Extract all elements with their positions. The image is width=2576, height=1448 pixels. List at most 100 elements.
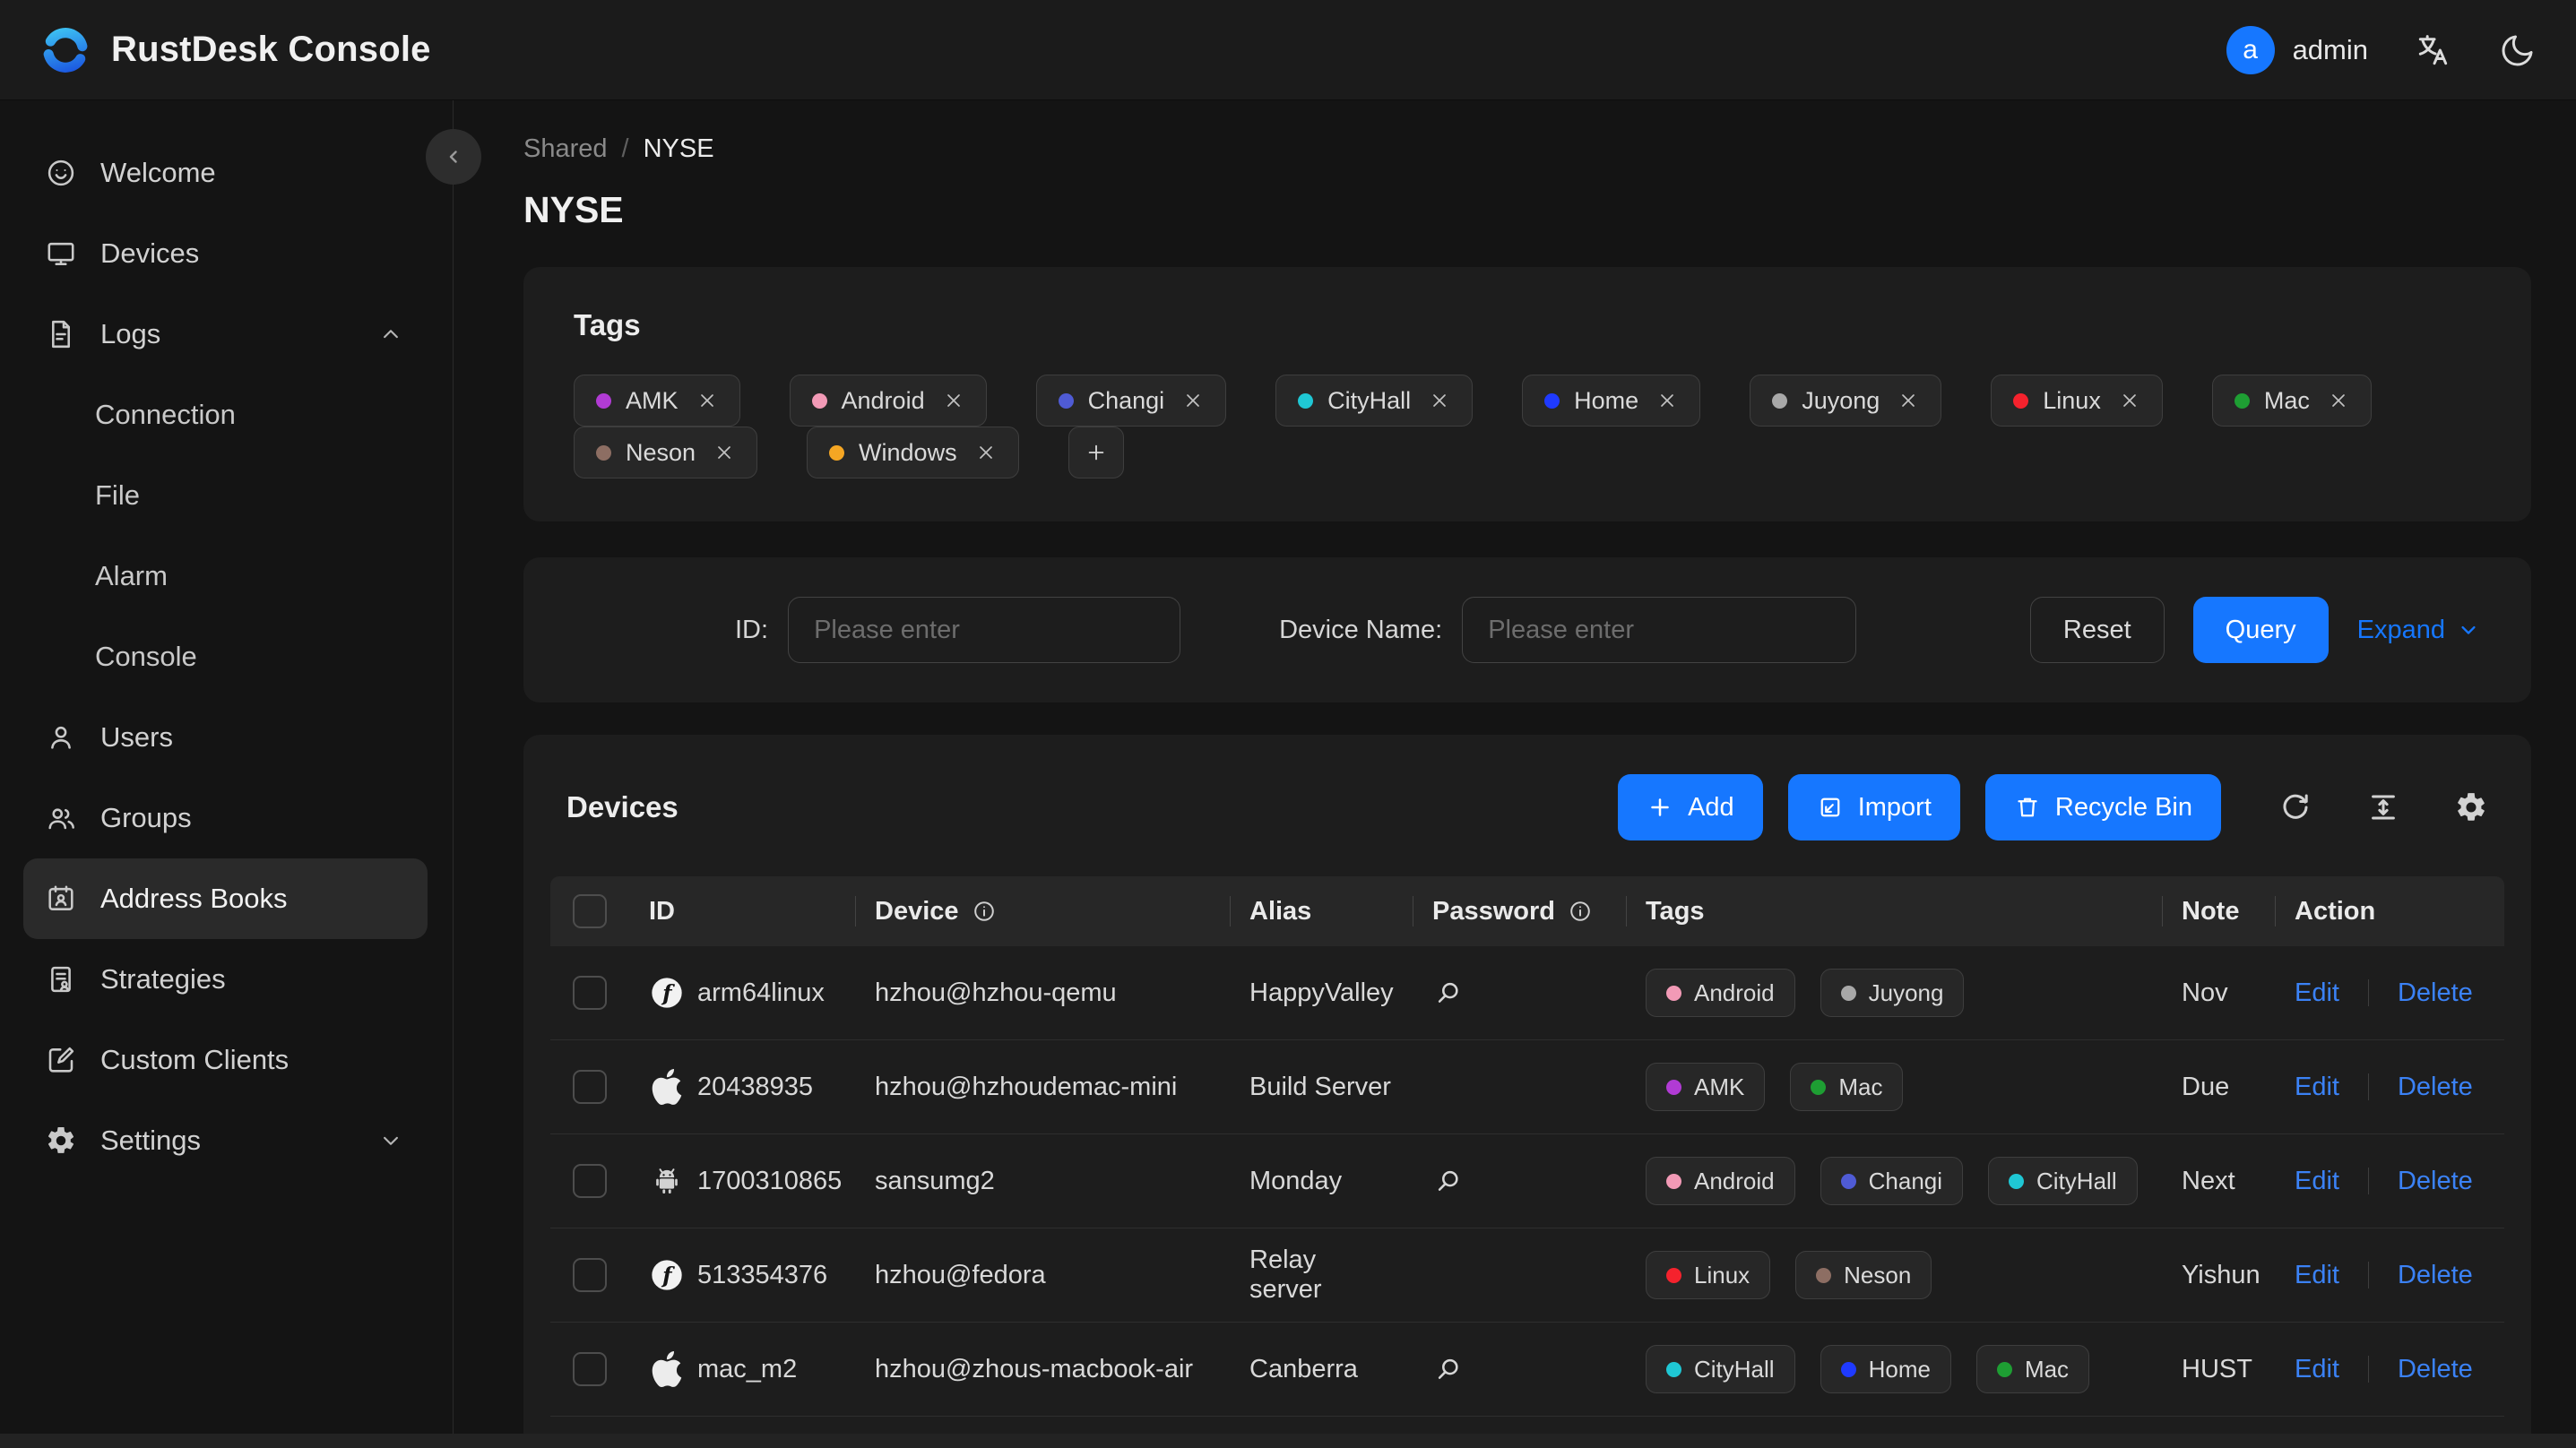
recycle-bin-button-label: Recycle Bin bbox=[2054, 792, 2192, 822]
info-icon[interactable] bbox=[972, 899, 997, 924]
row-checkbox[interactable] bbox=[573, 1352, 607, 1386]
note-cell: Due bbox=[2162, 1073, 2275, 1102]
tag-color-dot bbox=[1666, 1079, 1681, 1095]
row-checkbox[interactable] bbox=[573, 1070, 607, 1104]
delete-link[interactable]: Delete bbox=[2398, 1355, 2473, 1384]
delete-link[interactable]: Delete bbox=[2398, 1167, 2473, 1196]
edit-link[interactable]: Edit bbox=[2295, 1261, 2339, 1290]
remove-tag-icon[interactable] bbox=[1656, 390, 1678, 411]
sidebar-item-welcome[interactable]: Welcome bbox=[23, 133, 428, 213]
view-password-icon[interactable] bbox=[1432, 1353, 1465, 1385]
remove-tag-icon[interactable] bbox=[1182, 390, 1204, 411]
chevron-down-icon bbox=[2461, 625, 2476, 634]
tags-cell: Linux Neson bbox=[1626, 1251, 2162, 1299]
edit-link[interactable]: Edit bbox=[2295, 1167, 2339, 1196]
info-icon[interactable] bbox=[1568, 899, 1593, 924]
tag-chip-amk: AMK bbox=[1646, 1063, 1766, 1111]
alias-cell: Relay server bbox=[1230, 1245, 1413, 1305]
breadcrumb-separator: / bbox=[621, 134, 629, 163]
view-password-icon[interactable] bbox=[1432, 977, 1465, 1009]
chevron-up-icon bbox=[377, 321, 404, 348]
action-divider bbox=[2367, 1073, 2369, 1100]
sidebar-item-file[interactable]: File bbox=[23, 455, 428, 536]
sidebar-item-address-books[interactable]: Address Books bbox=[23, 858, 428, 939]
remove-tag-icon[interactable] bbox=[943, 390, 964, 411]
tag-chip-label: CityHall bbox=[1694, 1355, 1775, 1383]
tag-color-dot bbox=[1840, 985, 1856, 1001]
sidebar-item-alarm[interactable]: Alarm bbox=[23, 536, 428, 616]
column-header-action: Action bbox=[2275, 876, 2504, 946]
import-button[interactable]: Import bbox=[1787, 774, 1960, 840]
remove-tag-icon[interactable] bbox=[1429, 390, 1450, 411]
sidebar-item-custom-clients[interactable]: Custom Clients bbox=[23, 1020, 428, 1100]
id-filter-input[interactable] bbox=[788, 597, 1181, 663]
refresh-icon[interactable] bbox=[2278, 790, 2312, 824]
dark-mode-moon-icon[interactable] bbox=[2499, 31, 2537, 69]
avatar[interactable]: a bbox=[2226, 25, 2275, 74]
device-name: sansumg2 bbox=[875, 1166, 995, 1195]
remove-tag-icon[interactable] bbox=[2119, 390, 2140, 411]
device-name-filter-label: Device Name: bbox=[1279, 615, 1443, 644]
view-password-icon[interactable] bbox=[1432, 1165, 1465, 1197]
tags-cell: AMK Mac bbox=[1626, 1063, 2162, 1111]
row-height-icon[interactable] bbox=[2366, 790, 2400, 824]
note: Next bbox=[2182, 1166, 2235, 1195]
device-cell: hzhou@hzhou-qemu bbox=[855, 978, 1230, 1008]
device-cell: sansumg2 bbox=[855, 1167, 1230, 1196]
tag-chip-android: Android bbox=[789, 375, 987, 427]
add-button[interactable]: Add bbox=[1618, 774, 1763, 840]
select-all-checkbox[interactable] bbox=[573, 894, 607, 928]
sidebar-item-console[interactable]: Console bbox=[23, 616, 428, 697]
tag-color-dot bbox=[1772, 392, 1788, 409]
tag-chip-android: Android bbox=[1646, 969, 1795, 1017]
remove-tag-icon[interactable] bbox=[975, 442, 997, 463]
id-filter-label: ID: bbox=[735, 615, 769, 644]
remove-tag-icon[interactable] bbox=[2328, 390, 2349, 411]
alias: Build Server bbox=[1249, 1072, 1391, 1101]
add-tag-button[interactable] bbox=[1068, 427, 1124, 478]
row-checkbox[interactable] bbox=[573, 1258, 607, 1292]
remove-tag-icon[interactable] bbox=[696, 390, 718, 411]
device-name-filter-input[interactable] bbox=[1462, 597, 1857, 663]
recycle-bin-button[interactable]: Recycle Bin bbox=[1984, 774, 2221, 840]
id-cell: 1700310865 bbox=[629, 1163, 855, 1199]
delete-link[interactable]: Delete bbox=[2398, 978, 2473, 1008]
sidebar-item-settings[interactable]: Settings bbox=[23, 1100, 428, 1181]
select-all-cell bbox=[550, 876, 629, 946]
expand-link[interactable]: Expand bbox=[2357, 616, 2481, 645]
alias: Relay server bbox=[1249, 1245, 1322, 1304]
tags-card-title: Tags bbox=[574, 308, 641, 341]
page-title: NYSE bbox=[523, 189, 624, 230]
table-header-row: ID Device Alias Password Tags Note Action bbox=[550, 876, 2504, 946]
reset-button[interactable]: Reset bbox=[2029, 597, 2165, 663]
translate-icon[interactable] bbox=[2415, 31, 2452, 69]
sidebar-item-devices[interactable]: Devices bbox=[23, 213, 428, 294]
sidebar-collapse-button[interactable] bbox=[426, 129, 481, 185]
row-checkbox[interactable] bbox=[573, 976, 607, 1010]
sidebar-item-strategies[interactable]: Strategies bbox=[23, 939, 428, 1020]
table-row: mac_m2 hzhou@zhous-macbook-air Canberra Cit… bbox=[550, 1323, 2504, 1417]
sidebar-item-groups[interactable]: Groups bbox=[23, 778, 428, 858]
delete-link[interactable]: Delete bbox=[2398, 1073, 2473, 1102]
sidebar-item-users[interactable]: Users bbox=[23, 697, 428, 778]
sidebar-item-connection[interactable]: Connection bbox=[23, 375, 428, 455]
sidebar-item-logs[interactable]: Logs bbox=[23, 294, 428, 375]
edit-link[interactable]: Edit bbox=[2295, 1355, 2339, 1384]
edit-link[interactable]: Edit bbox=[2295, 1073, 2339, 1102]
edit-link[interactable]: Edit bbox=[2295, 978, 2339, 1008]
remove-tag-icon[interactable] bbox=[713, 442, 735, 463]
tag-color-dot bbox=[1840, 1361, 1856, 1377]
linux-os-icon: f bbox=[649, 975, 685, 1011]
remove-tag-icon[interactable] bbox=[1897, 390, 1919, 411]
row-checkbox[interactable] bbox=[573, 1164, 607, 1198]
user-menu[interactable]: a admin bbox=[2226, 25, 2368, 74]
tag-color-dot bbox=[1058, 392, 1074, 409]
tag-color-dot bbox=[1666, 985, 1681, 1001]
table-settings-gear-icon[interactable] bbox=[2454, 790, 2488, 824]
sidebar-item-label: Settings bbox=[100, 1125, 202, 1156]
breadcrumb-parent[interactable]: Shared bbox=[523, 134, 608, 164]
device-id: mac_m2 bbox=[697, 1354, 798, 1383]
bottom-scrollbar-track[interactable] bbox=[0, 1434, 2576, 1448]
delete-link[interactable]: Delete bbox=[2398, 1261, 2473, 1290]
query-button[interactable]: Query bbox=[2192, 597, 2329, 663]
